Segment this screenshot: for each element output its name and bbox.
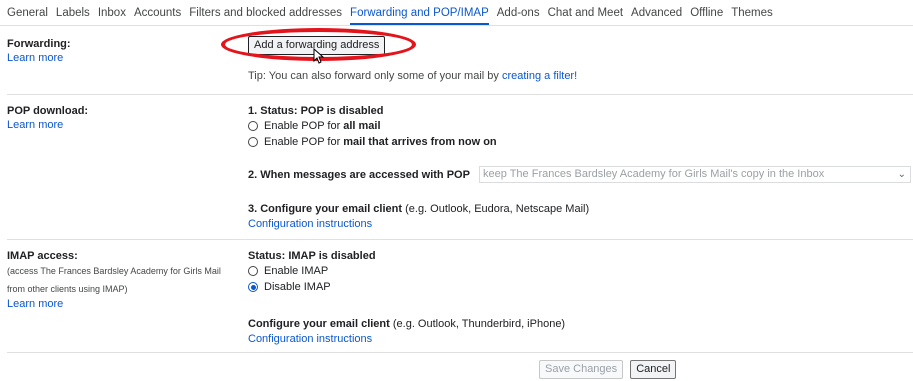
pop-configure-bold: 3. Configure your email client xyxy=(248,203,403,215)
tab-advanced[interactable]: Advanced xyxy=(631,1,682,25)
imap-enable-radio[interactable] xyxy=(248,266,258,276)
imap-enable-label: Enable IMAP xyxy=(264,265,329,277)
imap-learn-more-link[interactable]: Learn more xyxy=(7,298,913,310)
pop-content: 1. Status: POP is disabled Enable POP fo… xyxy=(248,105,497,150)
chevron-down-icon: ⌄ xyxy=(897,169,906,180)
pop-from-now-radio[interactable] xyxy=(248,137,258,147)
tab-general[interactable]: General xyxy=(7,1,48,25)
pop-status: 1. Status: POP is disabled xyxy=(248,105,384,117)
pop-option-all-mail[interactable]: Enable POP for all mail xyxy=(248,118,497,134)
forwarding-learn-more-link[interactable]: Learn more xyxy=(7,52,913,64)
pop-option1-prefix: Enable POP for xyxy=(264,120,341,132)
pop-when-select[interactable]: keep The Frances Bardsley Academy for Gi… xyxy=(479,166,911,183)
imap-option-enable[interactable]: Enable IMAP xyxy=(248,263,376,279)
tab-filters[interactable]: Filters and blocked addresses xyxy=(189,1,342,25)
imap-title: IMAP access: xyxy=(7,250,78,262)
pop-when-select-value: keep The Frances Bardsley Academy for Gi… xyxy=(483,168,825,180)
tab-forwarding-pop-imap[interactable]: Forwarding and POP/IMAP xyxy=(350,1,489,25)
creating-filter-link[interactable]: creating a filter! xyxy=(502,70,577,82)
pop-configure-rest: (e.g. Outlook, Eudora, Netscape Mail) xyxy=(402,203,590,215)
tab-labels[interactable]: Labels xyxy=(56,1,90,25)
forwarding-label-block: Forwarding: Learn more xyxy=(7,38,913,64)
pop-when-label-wrap: 2. When messages are accessed with POP xyxy=(248,169,470,181)
section-divider xyxy=(7,94,913,95)
forwarding-title: Forwarding: xyxy=(7,38,71,50)
pop-when-label: 2. When messages are accessed with POP xyxy=(248,169,470,181)
section-divider xyxy=(7,352,913,353)
tabs-divider xyxy=(0,25,913,26)
imap-configuration-instructions-link[interactable]: Configuration instructions xyxy=(248,333,565,345)
imap-configure: Configure your email client (e.g. Outloo… xyxy=(248,318,565,345)
cancel-button[interactable]: Cancel xyxy=(630,360,677,379)
imap-disable-label: Disable IMAP xyxy=(264,281,331,293)
forwarding-tip: Tip: You can also forward only some of y… xyxy=(248,70,577,82)
pop-option2-bold: mail that arrives from now on xyxy=(343,136,497,148)
mouse-cursor-icon xyxy=(313,47,325,67)
tab-add-ons[interactable]: Add-ons xyxy=(497,1,540,25)
pop-configuration-instructions-link[interactable]: Configuration instructions xyxy=(248,218,589,230)
tab-accounts[interactable]: Accounts xyxy=(134,1,181,25)
imap-label-block: IMAP access: (access The Frances Bardsle… xyxy=(7,250,913,310)
imap-note-line2: from other clients using IMAP) xyxy=(7,284,128,294)
tab-themes[interactable]: Themes xyxy=(731,1,773,25)
imap-note-line1: (access The Frances Bardsley Academy for… xyxy=(7,266,221,276)
section-divider xyxy=(7,239,913,240)
tab-offline[interactable]: Offline xyxy=(690,1,723,25)
footer-actions: Save Changes Cancel xyxy=(539,360,677,379)
forwarding-tip-text: Tip: You can also forward only some of y… xyxy=(248,70,502,82)
pop-option2-prefix: Enable POP for xyxy=(264,136,341,148)
imap-disable-radio[interactable] xyxy=(248,282,258,292)
imap-configure-rest: (e.g. Outlook, Thunderbird, iPhone) xyxy=(389,318,566,330)
imap-content: Status: IMAP is disabled Enable IMAP Dis… xyxy=(248,250,376,295)
settings-tabs: General Labels Inbox Accounts Filters an… xyxy=(0,0,913,26)
tab-inbox[interactable]: Inbox xyxy=(98,1,126,25)
imap-option-disable[interactable]: Disable IMAP xyxy=(248,279,376,295)
imap-status: Status: IMAP is disabled xyxy=(248,250,376,262)
save-changes-button[interactable]: Save Changes xyxy=(539,360,624,379)
tab-chat-and-meet[interactable]: Chat and Meet xyxy=(548,1,623,25)
pop-option1-bold: all mail xyxy=(343,120,381,132)
pop-all-mail-radio[interactable] xyxy=(248,121,258,131)
imap-configure-bold: Configure your email client xyxy=(248,318,390,330)
pop-option-from-now[interactable]: Enable POP for mail that arrives from no… xyxy=(248,134,497,150)
pop-configure: 3. Configure your email client (e.g. Out… xyxy=(248,203,589,230)
